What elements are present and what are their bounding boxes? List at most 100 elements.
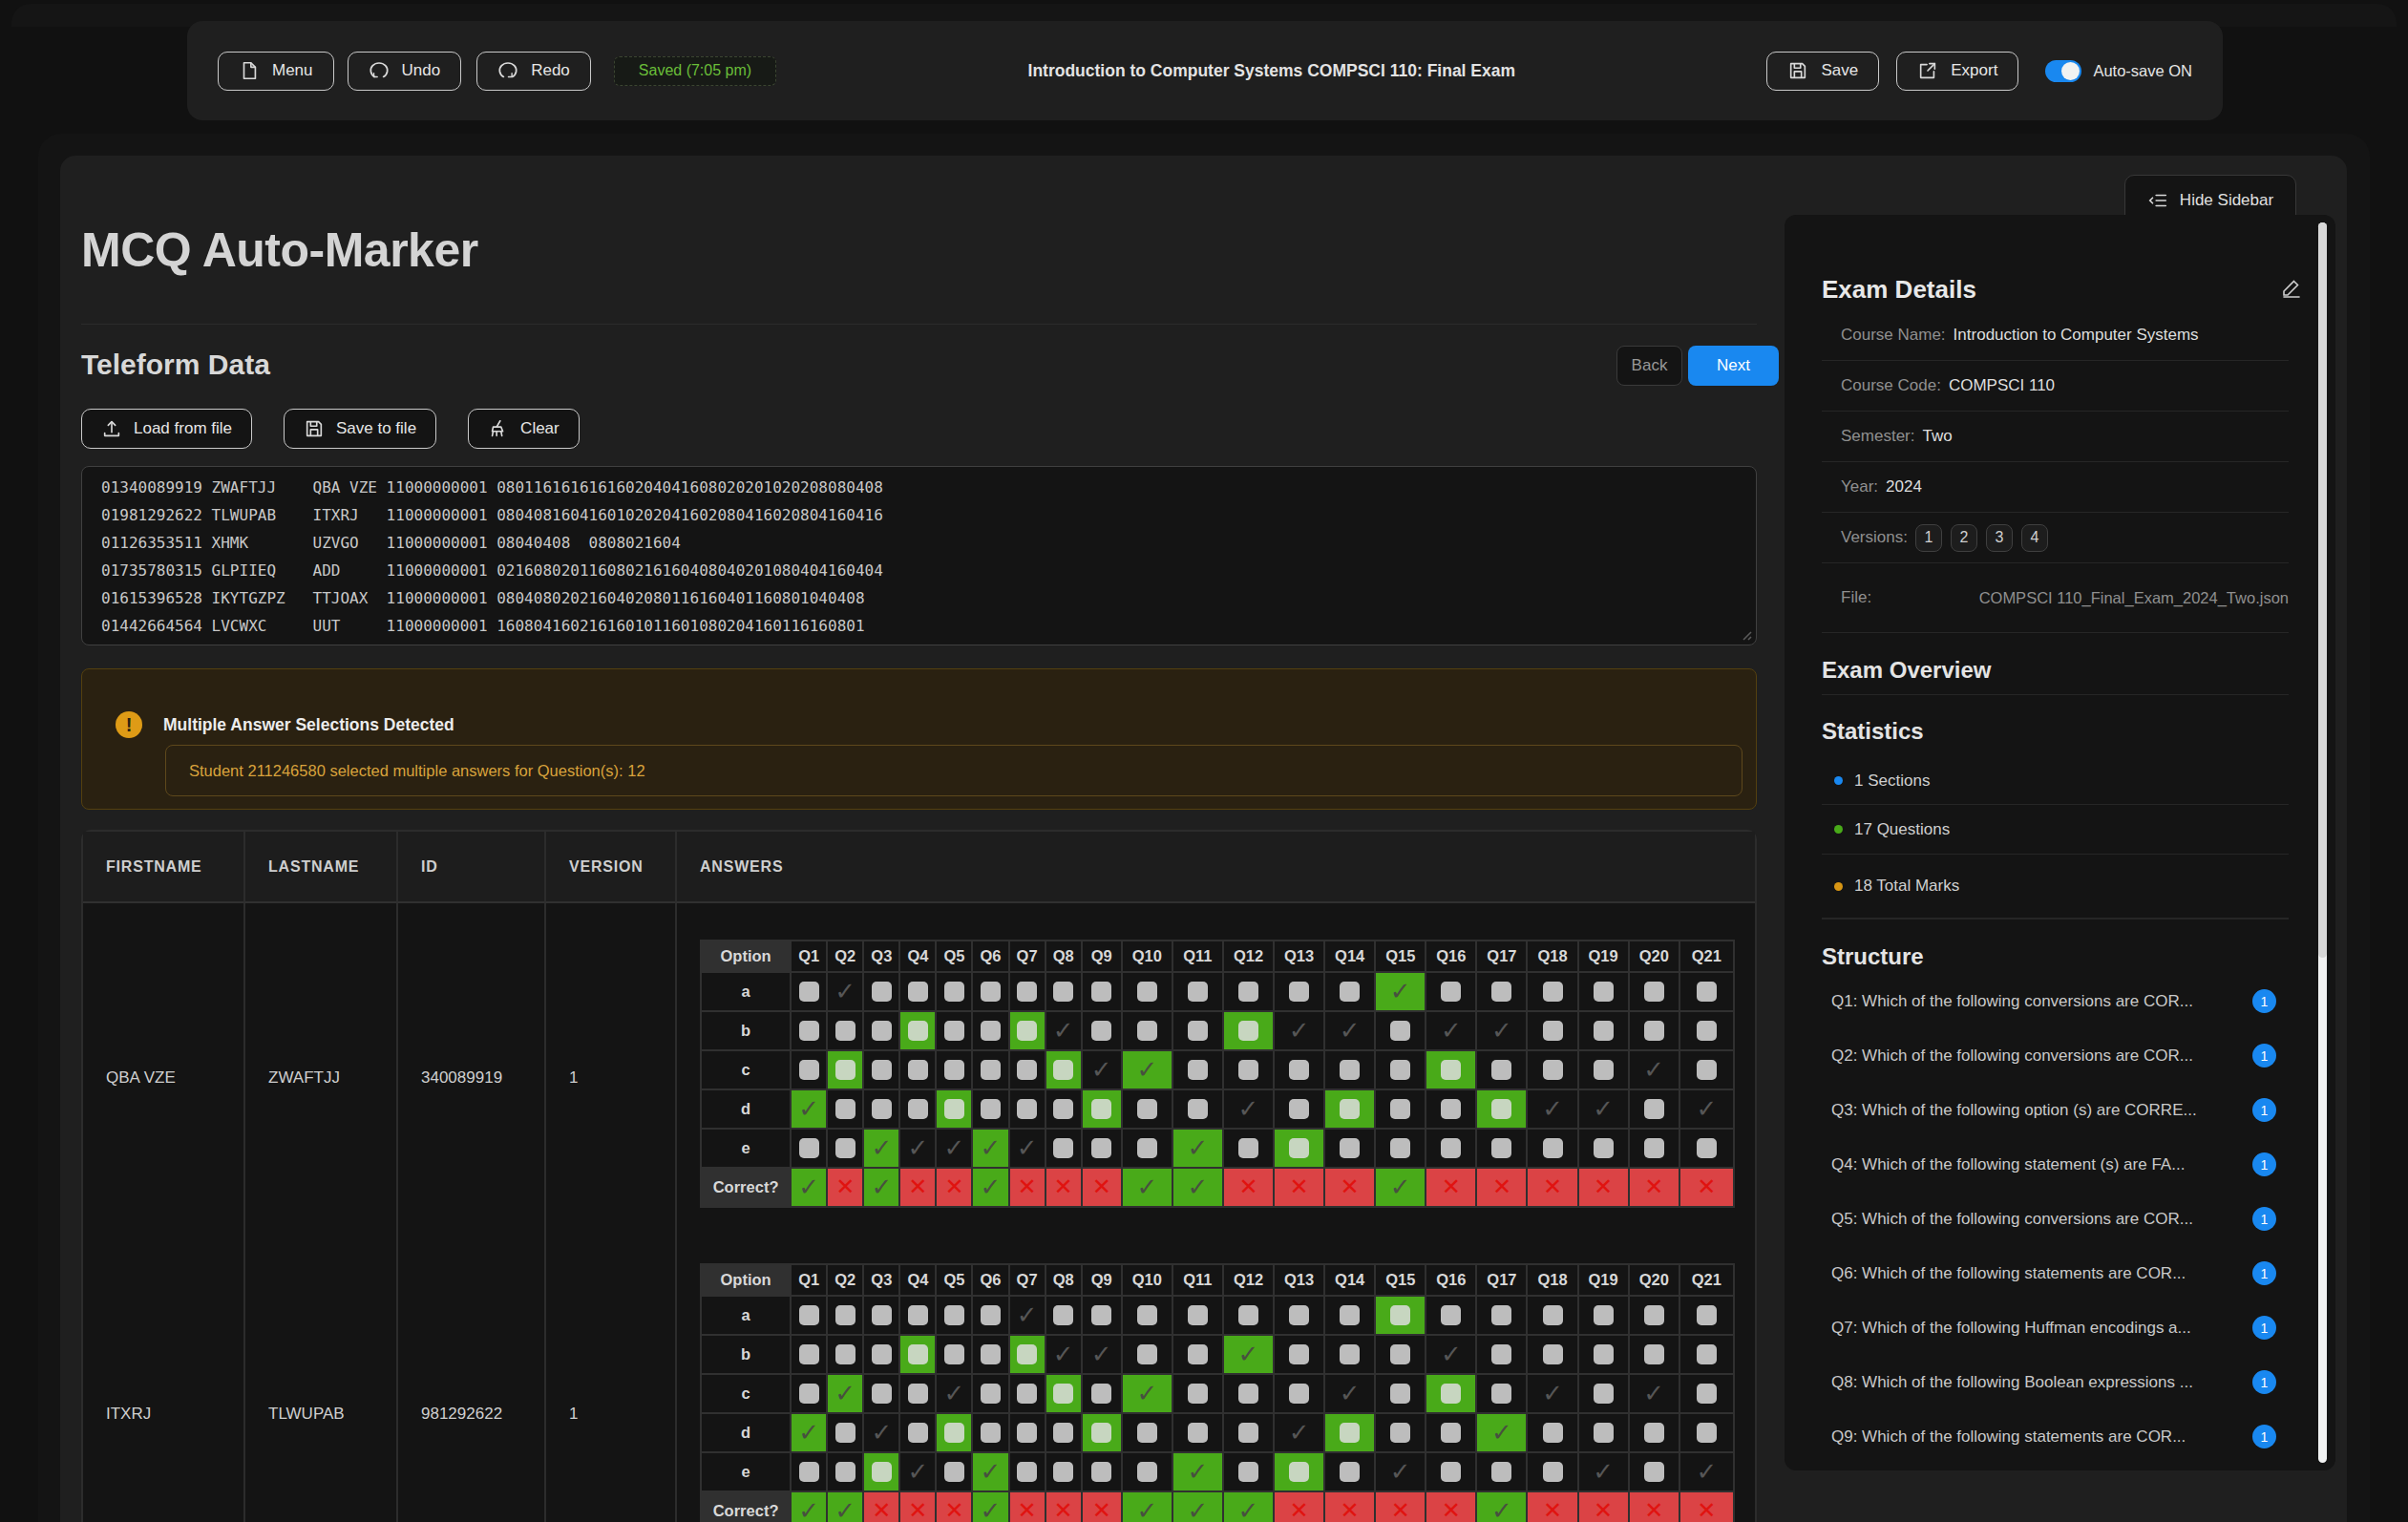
answer-cell[interactable] — [1579, 1336, 1630, 1375]
menu-button[interactable]: Menu — [218, 52, 334, 91]
answer-cell[interactable] — [900, 1336, 937, 1375]
answer-cell[interactable] — [1173, 1297, 1224, 1336]
answer-cell[interactable] — [1083, 1012, 1123, 1051]
answer-cell[interactable] — [1083, 1453, 1123, 1492]
answer-cell[interactable] — [864, 1375, 900, 1414]
back-button[interactable]: Back — [1616, 346, 1682, 386]
answer-cell[interactable] — [1224, 1051, 1275, 1090]
answer-cell[interactable] — [1376, 1297, 1426, 1336]
answer-cell[interactable]: ✓ — [1376, 1453, 1426, 1492]
answer-cell[interactable]: ✓ — [864, 1130, 900, 1169]
teleform-data-textarea[interactable]: 01340089919 ZWAFTJJ QBA VZE 11000000001 … — [81, 466, 1757, 645]
answer-cell[interactable] — [792, 1130, 828, 1169]
answer-cell[interactable]: ✓ — [1630, 1051, 1680, 1090]
answer-cell[interactable]: ✓ — [1528, 1090, 1578, 1130]
load-from-file-button[interactable]: Load from file — [81, 409, 252, 449]
answer-cell[interactable] — [864, 1051, 900, 1090]
answer-cell[interactable]: ✓ — [1046, 1012, 1083, 1051]
answer-cell[interactable] — [1046, 1453, 1083, 1492]
answer-cell[interactable] — [937, 1336, 973, 1375]
answer-cell[interactable] — [973, 1012, 1009, 1051]
answer-cell[interactable]: ✓ — [792, 1090, 828, 1130]
answer-cell[interactable] — [1630, 1130, 1680, 1169]
answer-cell[interactable]: ✓ — [1224, 1090, 1275, 1130]
answer-cell[interactable] — [900, 1090, 937, 1130]
answer-cell[interactable] — [1010, 1336, 1046, 1375]
version-button-3[interactable]: 3 — [1986, 524, 2013, 552]
structure-item[interactable]: Q3: Which of the following option (s) ar… — [1822, 1083, 2289, 1137]
answer-cell[interactable] — [1123, 1453, 1173, 1492]
answer-cell[interactable] — [1579, 1051, 1630, 1090]
answer-cell[interactable] — [1123, 1297, 1173, 1336]
answer-cell[interactable] — [937, 1414, 973, 1453]
answer-cell[interactable] — [792, 1297, 828, 1336]
answer-cell[interactable] — [1426, 973, 1477, 1012]
answer-cell[interactable] — [1376, 1012, 1426, 1051]
answer-cell[interactable]: ✓ — [1046, 1336, 1083, 1375]
answer-cell[interactable]: ✓ — [973, 1130, 1009, 1169]
answer-cell[interactable] — [1325, 1130, 1376, 1169]
answer-cell[interactable] — [973, 1051, 1009, 1090]
answer-cell[interactable] — [1680, 973, 1735, 1012]
answer-cell[interactable] — [828, 1051, 864, 1090]
answer-cell[interactable] — [828, 1297, 864, 1336]
answer-cell[interactable] — [1376, 1130, 1426, 1169]
answer-cell[interactable]: ✓ — [828, 1375, 864, 1414]
answer-cell[interactable] — [1680, 1336, 1735, 1375]
answer-cell[interactable] — [900, 1012, 937, 1051]
answer-cell[interactable] — [900, 1297, 937, 1336]
answer-cell[interactable] — [828, 1453, 864, 1492]
answer-cell[interactable] — [1477, 1090, 1528, 1130]
answer-cell[interactable] — [1376, 1051, 1426, 1090]
answer-cell[interactable] — [1046, 1414, 1083, 1453]
answer-cell[interactable] — [1010, 1012, 1046, 1051]
answer-cell[interactable]: ✓ — [1426, 1336, 1477, 1375]
answer-cell[interactable] — [1325, 1090, 1376, 1130]
answer-cell[interactable] — [1275, 1130, 1325, 1169]
answer-cell[interactable] — [1325, 1336, 1376, 1375]
answer-cell[interactable]: ✓ — [1010, 1130, 1046, 1169]
answer-cell[interactable] — [1680, 1012, 1735, 1051]
answer-cell[interactable] — [973, 1297, 1009, 1336]
answer-cell[interactable] — [792, 1012, 828, 1051]
answer-cell[interactable] — [828, 1336, 864, 1375]
answer-cell[interactable] — [1173, 1375, 1224, 1414]
answer-cell[interactable] — [1325, 1414, 1376, 1453]
answer-cell[interactable] — [1528, 1012, 1578, 1051]
structure-item[interactable]: Q7: Which of the following Huffman encod… — [1822, 1300, 2289, 1355]
answer-cell[interactable]: ✓ — [900, 1130, 937, 1169]
edit-exam-details-icon[interactable] — [2280, 276, 2303, 299]
answer-cell[interactable]: ✓ — [1083, 1336, 1123, 1375]
answer-cell[interactable] — [864, 1090, 900, 1130]
save-button[interactable]: Save — [1766, 52, 1879, 91]
answer-cell[interactable] — [1477, 1297, 1528, 1336]
structure-item[interactable]: Q6: Which of the following statements ar… — [1822, 1246, 2289, 1300]
answer-cell[interactable] — [1477, 1130, 1528, 1169]
answer-cell[interactable] — [1010, 1051, 1046, 1090]
answer-cell[interactable] — [1083, 1130, 1123, 1169]
answer-cell[interactable]: ✓ — [1579, 1090, 1630, 1130]
answer-cell[interactable] — [1173, 1336, 1224, 1375]
answer-cell[interactable] — [973, 1375, 1009, 1414]
answer-cell[interactable] — [1083, 973, 1123, 1012]
answer-cell[interactable] — [973, 973, 1009, 1012]
answer-cell[interactable] — [1426, 1130, 1477, 1169]
structure-item[interactable]: Q1: Which of the following conversions a… — [1822, 974, 2289, 1028]
answer-cell[interactable] — [937, 973, 973, 1012]
answer-cell[interactable] — [1630, 1090, 1680, 1130]
answer-cell[interactable]: ✓ — [792, 1414, 828, 1453]
answer-cell[interactable] — [864, 1297, 900, 1336]
answer-cell[interactable]: ✓ — [864, 1414, 900, 1453]
answer-cell[interactable] — [1579, 973, 1630, 1012]
answer-cell[interactable] — [1083, 1090, 1123, 1130]
answer-cell[interactable] — [1173, 973, 1224, 1012]
answer-cell[interactable] — [1528, 1130, 1578, 1169]
version-button-2[interactable]: 2 — [1951, 524, 1977, 552]
answer-cell[interactable] — [864, 973, 900, 1012]
answer-cell[interactable] — [1046, 973, 1083, 1012]
answer-cell[interactable] — [1275, 1090, 1325, 1130]
answer-cell[interactable] — [1123, 1336, 1173, 1375]
sidebar-scrollbar-thumb[interactable] — [2318, 222, 2327, 958]
answer-cell[interactable] — [1528, 1297, 1578, 1336]
answer-cell[interactable] — [1477, 1336, 1528, 1375]
